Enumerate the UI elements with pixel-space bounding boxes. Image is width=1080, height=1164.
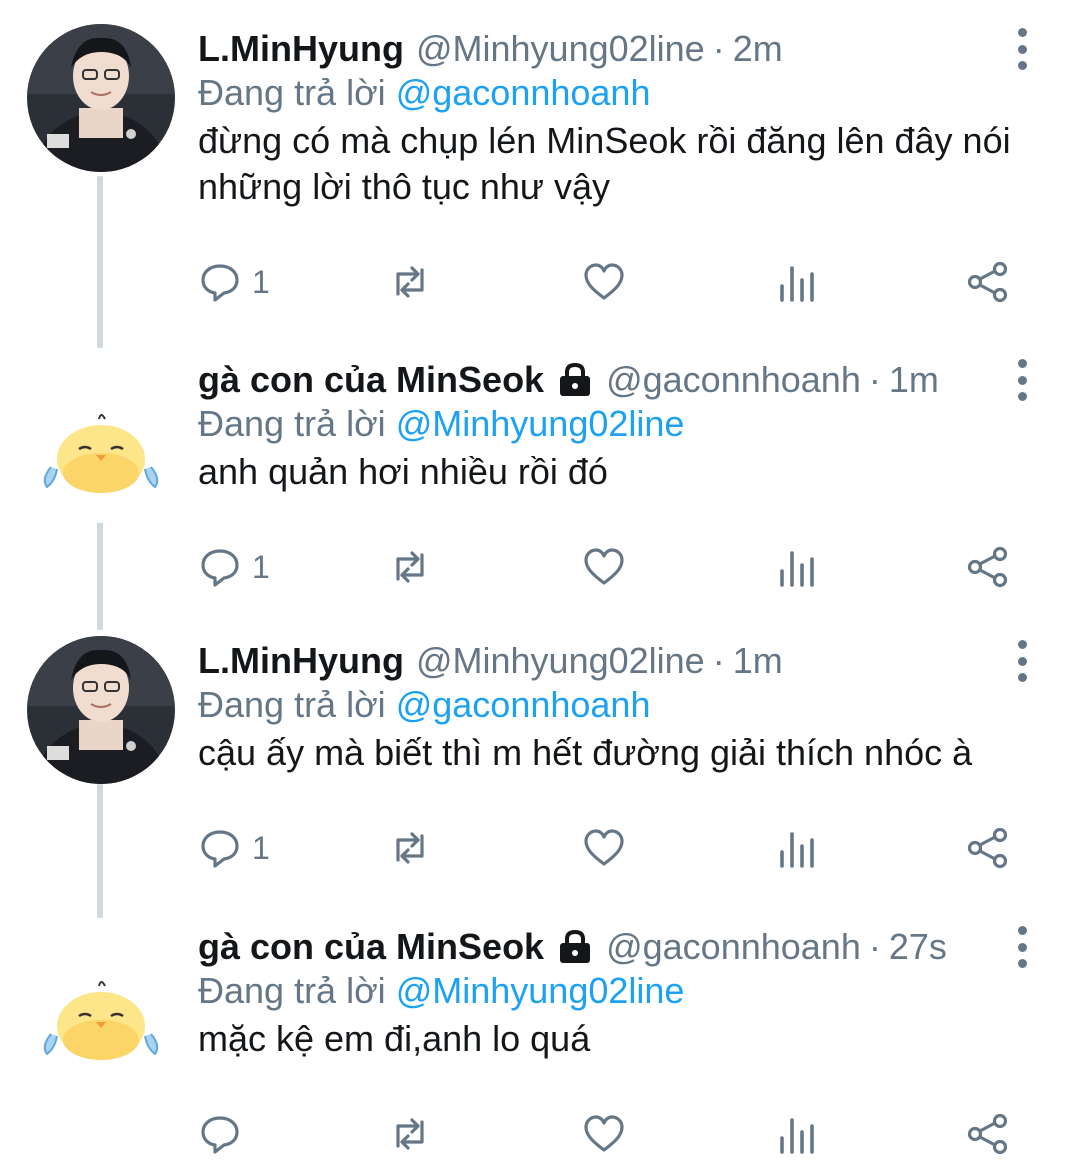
heart-icon: [584, 548, 624, 585]
timestamp[interactable]: 1m: [889, 359, 939, 401]
share-icon: [967, 546, 1008, 588]
separator: ·: [712, 640, 725, 681]
reply-mention[interactable]: @gaconnhoanh: [396, 72, 651, 113]
author-name[interactable]: gà con của MinSeok: [198, 359, 544, 401]
separator: ·: [868, 359, 881, 400]
author-name[interactable]: L.MinHyung: [198, 640, 404, 682]
reply-count: 1: [252, 829, 270, 866]
reply-mention[interactable]: @Minhyung02line: [396, 970, 685, 1011]
crying-chick-avatar: [27, 942, 175, 1090]
share-button[interactable]: [966, 252, 1010, 312]
reply-button[interactable]: 1: [198, 537, 270, 597]
analytics-button[interactable]: [775, 537, 819, 597]
retweet-icon: [396, 1118, 424, 1150]
retweet-button[interactable]: [388, 1104, 432, 1164]
reply-count: 1: [252, 263, 270, 300]
reply-context: Đang trả lời @gaconnhoanh: [198, 72, 650, 114]
share-icon: [967, 261, 1008, 303]
analytics-icon: [780, 832, 814, 868]
avatar[interactable]: [27, 942, 175, 1090]
analytics-button[interactable]: [775, 252, 819, 312]
share-icon: [967, 1113, 1008, 1155]
action-bar: [0, 1104, 1080, 1164]
heart-icon: [584, 1115, 624, 1152]
analytics-button[interactable]: [775, 818, 819, 878]
share-button[interactable]: [966, 818, 1010, 878]
like-button[interactable]: [582, 252, 626, 312]
reply-context: Đang trả lời @Minhyung02line: [198, 403, 684, 445]
more-options-icon[interactable]: [1010, 640, 1034, 682]
retweet-icon: [396, 266, 424, 298]
share-icon: [967, 827, 1008, 869]
analytics-button[interactable]: [775, 1104, 819, 1164]
reply-context: Đang trả lời @gaconnhoanh: [198, 684, 650, 726]
reply-prefix: Đang trả lời: [198, 72, 386, 113]
reply-prefix: Đang trả lời: [198, 970, 386, 1011]
tweet-header: gà con của MinSeok @gaconnhoanh · 27s: [198, 922, 947, 972]
like-button[interactable]: [582, 537, 626, 597]
lock-icon: [560, 362, 591, 396]
action-bar: 1: [0, 818, 1080, 878]
person-photo-avatar: [27, 636, 175, 784]
reply-button[interactable]: 1: [198, 252, 270, 312]
action-bar: 1: [0, 252, 1080, 312]
tweet-text: mặc kệ em đi,anh lo quá: [198, 1018, 591, 1059]
crying-chick-avatar: [27, 375, 175, 523]
like-button[interactable]: [582, 818, 626, 878]
person-photo-avatar: [27, 24, 175, 172]
more-options-icon[interactable]: [1010, 359, 1034, 401]
reply-icon: [201, 264, 239, 302]
reply-mention[interactable]: @Minhyung02line: [396, 403, 685, 444]
share-button[interactable]: [966, 1104, 1010, 1164]
author-handle[interactable]: @Minhyung02line: [416, 28, 705, 70]
retweet-button[interactable]: [388, 252, 432, 312]
retweet-icon: [396, 551, 424, 583]
retweet-button[interactable]: [388, 818, 432, 878]
timestamp[interactable]: 2m: [733, 28, 783, 70]
author-name[interactable]: L.MinHyung: [198, 28, 404, 70]
reply-prefix: Đang trả lời: [198, 403, 386, 444]
reply-icon: [201, 830, 239, 868]
author-handle[interactable]: @gaconnhoanh: [606, 926, 861, 968]
like-button[interactable]: [582, 1104, 626, 1164]
retweet-icon: [396, 832, 424, 864]
analytics-icon: [780, 551, 814, 587]
more-options-icon[interactable]: [1010, 28, 1034, 70]
reply-count: 1: [252, 548, 270, 585]
timestamp[interactable]: 27s: [889, 926, 947, 968]
tweet-text: cậu ấy mà biết thì m hết đường giải thíc…: [198, 732, 973, 773]
avatar[interactable]: [27, 24, 175, 172]
tweet-header: gà con của MinSeok @gaconnhoanh · 1m: [198, 355, 939, 405]
timestamp[interactable]: 1m: [733, 640, 783, 682]
reply-context: Đang trả lời @Minhyung02line: [198, 970, 684, 1012]
reply-prefix: Đang trả lời: [198, 684, 386, 725]
lock-icon: [560, 929, 591, 963]
analytics-icon: [780, 266, 814, 302]
reply-icon: [201, 549, 239, 587]
action-bar: 1: [0, 537, 1080, 597]
retweet-button[interactable]: [388, 537, 432, 597]
tweet-text: đừng có mà chụp lén MinSeok rồi đăng lên…: [198, 120, 1011, 207]
avatar[interactable]: [27, 636, 175, 784]
tweet-text: anh quản hơi nhiều rồi đó: [198, 451, 608, 492]
reply-icon: [201, 1116, 239, 1154]
share-button[interactable]: [966, 537, 1010, 597]
tweet-header: L.MinHyung @Minhyung02line · 1m: [198, 636, 783, 686]
author-handle[interactable]: @Minhyung02line: [416, 640, 705, 682]
separator: ·: [712, 28, 725, 69]
more-options-icon[interactable]: [1010, 926, 1034, 968]
reply-button[interactable]: [198, 1104, 252, 1164]
reply-mention[interactable]: @gaconnhoanh: [396, 684, 651, 725]
reply-button[interactable]: 1: [198, 818, 270, 878]
heart-icon: [584, 263, 624, 300]
separator: ·: [868, 926, 881, 967]
author-name[interactable]: gà con của MinSeok: [198, 926, 544, 968]
heart-icon: [584, 829, 624, 866]
tweet-header: L.MinHyung @Minhyung02line · 2m: [198, 24, 783, 74]
avatar[interactable]: [27, 375, 175, 523]
author-handle[interactable]: @gaconnhoanh: [606, 359, 861, 401]
analytics-icon: [780, 1118, 814, 1154]
